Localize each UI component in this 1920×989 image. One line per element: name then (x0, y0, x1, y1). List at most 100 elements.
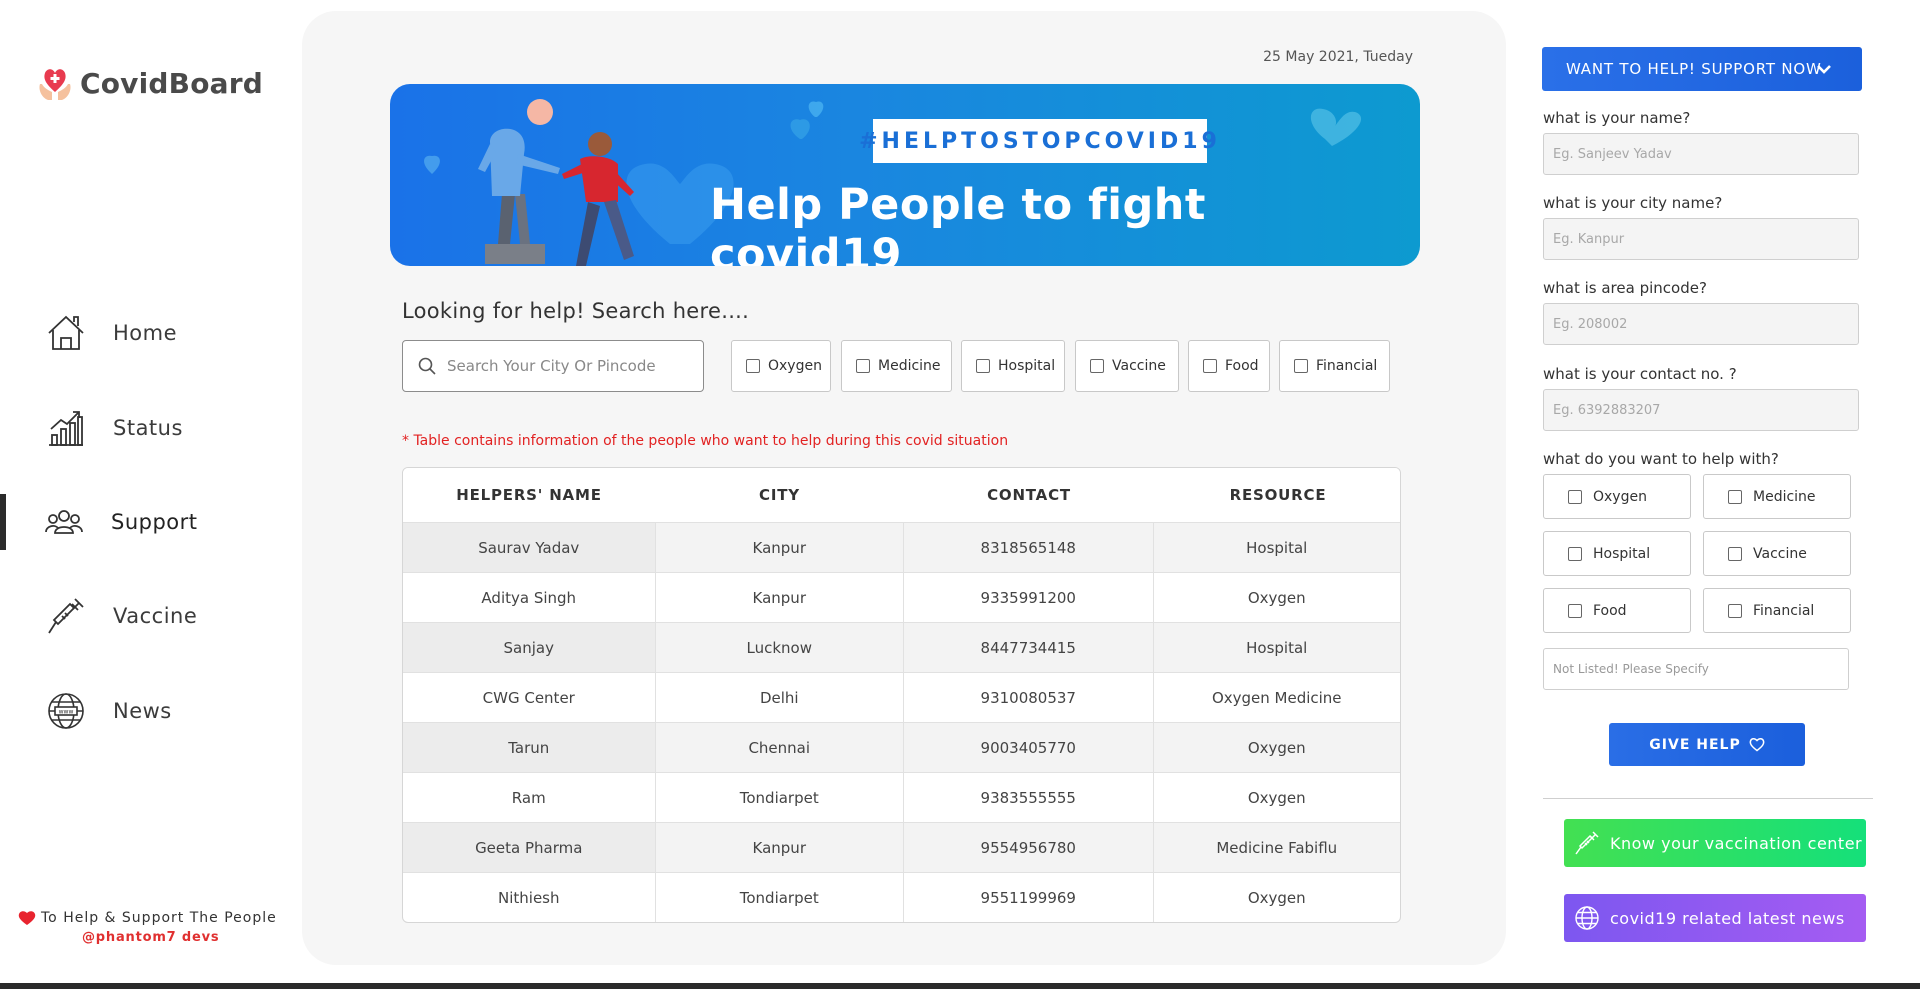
filter-oxygen[interactable]: Oxygen (731, 340, 831, 392)
filter-vaccine[interactable]: Vaccine (1075, 340, 1179, 392)
helper-name-cell: Aditya Singh (481, 588, 577, 607)
checkbox[interactable] (1728, 489, 1742, 504)
name-label: what is your name? (1543, 109, 1691, 127)
helper-name-cell: Nithiesh (498, 888, 560, 907)
city-cell: Kanpur (654, 573, 904, 622)
home-icon (44, 311, 88, 355)
help-option-label: Food (1593, 602, 1627, 619)
filter-financial[interactable]: Financial (1279, 340, 1390, 392)
resource-cell: Medicine Fabiflu (1152, 823, 1401, 872)
search-input[interactable] (447, 357, 687, 375)
other-help-field[interactable] (1543, 648, 1849, 690)
brand-logo[interactable]: CovidBoard (34, 62, 263, 104)
table-row[interactable]: CWG Center Delhi 9310080537 Oxygen Medic… (403, 672, 1400, 722)
latest-news-link[interactable]: covid19 related latest news (1564, 894, 1866, 942)
checkbox[interactable] (1203, 359, 1217, 373)
checkbox[interactable] (1090, 359, 1104, 373)
app-name: CovidBoard (80, 66, 264, 100)
search-heading: Looking for help! Search here.... (402, 299, 750, 323)
pincode-field[interactable] (1543, 303, 1859, 345)
news-link-label: covid19 related latest news (1610, 908, 1845, 928)
filter-food[interactable]: Food (1188, 340, 1270, 392)
table-row[interactable]: Nithiesh Tondiarpet 9551199969 Oxygen (403, 872, 1400, 922)
banner-title: Help People to fight covid19 (710, 180, 1206, 266)
nav-label: Support (111, 510, 198, 534)
checkbox[interactable] (1568, 546, 1582, 561)
help-option-hospital[interactable]: Hospital (1543, 531, 1691, 576)
main-panel: 25 May 2021, Tueday #HELPTOSTOPCOVID19 H… (302, 11, 1506, 965)
checkbox[interactable] (746, 359, 760, 373)
give-help-button[interactable]: GIVE HELP (1609, 723, 1805, 766)
city-cell: Tondiarpet (654, 773, 904, 822)
nav-label: Status (113, 416, 183, 440)
checkbox[interactable] (1568, 603, 1582, 618)
city-field[interactable] (1543, 218, 1859, 260)
checkbox[interactable] (976, 359, 990, 373)
table-row[interactable]: Saurav Yadav Kanpur 8318565148 Hospital (403, 522, 1400, 572)
contact-field[interactable] (1543, 389, 1859, 431)
help-option-financial[interactable]: Financial (1703, 588, 1851, 633)
table-body: Saurav Yadav Kanpur 8318565148 Hospital … (403, 522, 1400, 922)
column-header[interactable]: RESOURCE (1154, 468, 1400, 522)
table-row[interactable]: Geeta Pharma Kanpur 9554956780 Medicine … (403, 822, 1400, 872)
filter-label: Financial (1316, 358, 1378, 374)
syringe-icon (1575, 831, 1599, 855)
nav-item-home[interactable]: Home (0, 305, 300, 361)
filter-label: Vaccine (1112, 358, 1166, 374)
checkbox[interactable] (1568, 489, 1582, 504)
chevron-down-icon (1817, 65, 1831, 74)
resource-cell: Oxygen (1152, 873, 1401, 922)
checkbox[interactable] (1728, 546, 1742, 561)
contact-cell: 9554956780 (903, 823, 1153, 872)
nav-label: News (113, 699, 172, 723)
globe-icon (1575, 906, 1599, 930)
column-header[interactable]: CITY (655, 468, 904, 522)
heart-outline-icon (1749, 738, 1765, 752)
helper-name-cell: Sanjay (403, 623, 655, 672)
name-field[interactable] (1543, 133, 1859, 175)
column-header[interactable]: CONTACT (904, 468, 1154, 522)
help-option-food[interactable]: Food (1543, 588, 1691, 633)
contact-cell: 9003405770 (903, 723, 1153, 772)
resource-cell: Oxygen (1152, 573, 1401, 622)
contact-cell: 9383555555 (903, 773, 1153, 822)
help-option-vaccine[interactable]: Vaccine (1703, 531, 1851, 576)
vaccination-link-label: Know your vaccination center (1610, 833, 1863, 853)
footer-author[interactable]: @phantom7 devs (82, 930, 278, 945)
checkbox[interactable] (1294, 359, 1308, 373)
nav-item-vaccine[interactable]: Vaccine (0, 588, 300, 644)
give-help-label: GIVE HELP (1649, 736, 1741, 753)
contact-cell: 9335991200 (903, 573, 1153, 622)
sidebar: CovidBoard Home Status Support Vaccine w… (0, 0, 300, 989)
contact-cell: 9310080537 (903, 673, 1153, 722)
nav-item-support[interactable]: Support (0, 494, 300, 550)
help-option-medicine[interactable]: Medicine (1703, 474, 1851, 519)
city-cell: Kanpur (654, 823, 904, 872)
nav-item-news[interactable]: www News (0, 683, 300, 739)
column-header[interactable]: HELPERS' NAME (403, 468, 655, 522)
footer-tagline: To Help & Support The People (41, 910, 277, 926)
city-label: what is your city name? (1543, 194, 1723, 212)
checkbox[interactable] (856, 359, 870, 373)
table-row[interactable]: Aditya Singh Kanpur 9335991200 Oxygen (403, 572, 1400, 622)
checkbox[interactable] (1728, 603, 1742, 618)
help-option-label: Oxygen (1593, 488, 1647, 505)
table-note: * Table contains information of the peop… (402, 433, 1009, 449)
pincode-label: what is area pincode? (1543, 279, 1707, 297)
current-date: 25 May 2021, Tueday (1263, 49, 1413, 65)
help-option-oxygen[interactable]: Oxygen (1543, 474, 1691, 519)
filter-medicine[interactable]: Medicine (841, 340, 952, 392)
helper-name-cell: CWG Center (482, 688, 575, 707)
nav-item-status[interactable]: Status (0, 400, 300, 456)
vaccination-center-link[interactable]: Know your vaccination center (1564, 819, 1866, 867)
resource-cell: Oxygen (1152, 723, 1401, 772)
table-row[interactable]: Sanjay Lucknow 8447734415 Hospital (403, 622, 1400, 672)
table-row[interactable]: Tarun Chennai 9003405770 Oxygen (403, 722, 1400, 772)
help-with-label: what do you want to help with? (1543, 450, 1779, 468)
table-row[interactable]: Ram Tondiarpet 9383555555 Oxygen (403, 772, 1400, 822)
divider (1543, 798, 1873, 799)
syringe-icon (44, 594, 88, 638)
support-now-toggle[interactable]: WANT TO HELP! SUPPORT NOW (1542, 47, 1862, 91)
search-box[interactable] (402, 340, 704, 392)
filter-hospital[interactable]: Hospital (961, 340, 1065, 392)
